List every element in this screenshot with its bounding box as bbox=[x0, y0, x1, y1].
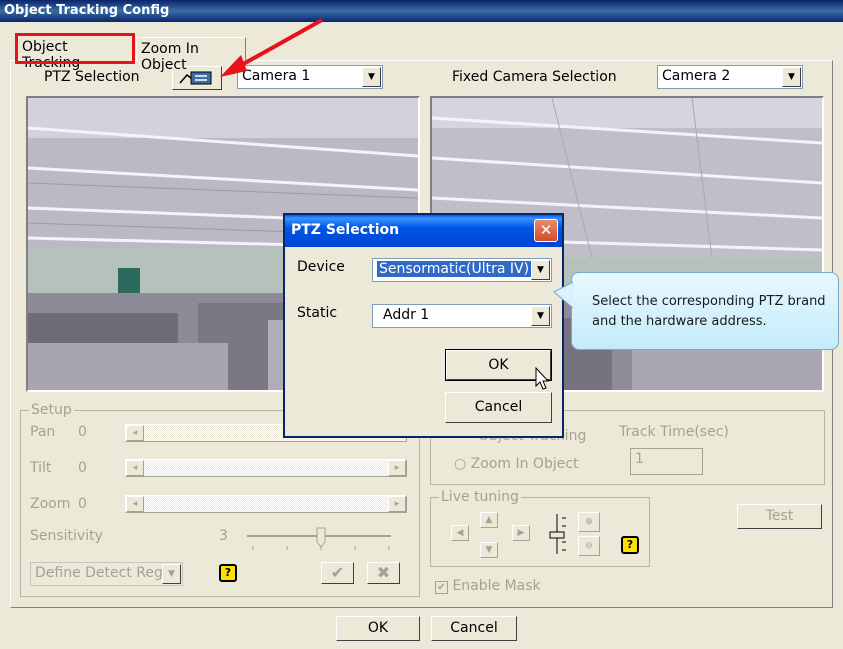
arrow-left-icon[interactable]: ◀ bbox=[451, 525, 469, 541]
dialog-titlebar: PTZ Selection ✕ bbox=[285, 215, 562, 247]
ptz-selection-label: PTZ Selection bbox=[44, 69, 140, 85]
help-icon[interactable]: ? bbox=[621, 536, 639, 554]
fixed-camera-value: Camera 2 bbox=[662, 68, 731, 84]
callout-tooltip: Select the corresponding PTZ brand and t… bbox=[571, 272, 839, 350]
track-time-input[interactable]: 1 bbox=[630, 448, 703, 475]
device-select[interactable]: Sensormatic(Ultra IV) ▼ bbox=[372, 258, 552, 282]
zoom-scrollbar[interactable] bbox=[125, 495, 407, 513]
zoom-out-icon[interactable]: ⊖ bbox=[578, 536, 600, 556]
help-icon[interactable]: ? bbox=[219, 564, 237, 582]
static-label: Static bbox=[297, 305, 338, 321]
chevron-down-icon: ▼ bbox=[162, 564, 181, 584]
device-label: Device bbox=[297, 259, 345, 275]
static-address-select[interactable]: Addr 1 ▼ bbox=[372, 304, 552, 328]
tab-object-tracking[interactable]: Object Tracking bbox=[15, 33, 135, 71]
chevron-left-icon[interactable]: ◂ bbox=[126, 496, 144, 512]
arrow-up-icon[interactable]: ▲ bbox=[480, 512, 498, 528]
device-value: Sensormatic(Ultra IV) bbox=[377, 261, 532, 277]
checkbox-checked-icon: ✔ bbox=[435, 581, 448, 594]
chevron-right-icon[interactable]: ▸ bbox=[388, 496, 406, 512]
close-icon[interactable]: ✕ bbox=[534, 219, 558, 242]
zoom-label: Zoom bbox=[30, 496, 71, 512]
sensitivity-label: Sensitivity bbox=[30, 528, 103, 544]
dialog-title: PTZ Selection bbox=[291, 222, 400, 238]
define-detect-region-select[interactable]: Define Detect Regi ▼ bbox=[30, 562, 183, 586]
radio-icon: ○ bbox=[454, 456, 467, 472]
zoom-in-icon[interactable]: ⊕ bbox=[578, 512, 600, 532]
zoom-value: 0 bbox=[78, 496, 87, 512]
clear-region-button[interactable]: ✖ bbox=[367, 562, 400, 584]
zoom-in-object-radio-label: Zoom In Object bbox=[470, 456, 579, 472]
chevron-left-icon[interactable]: ◂ bbox=[126, 460, 144, 476]
window-title: Object Tracking Config bbox=[4, 3, 170, 18]
confirm-region-button[interactable]: ✔ bbox=[321, 562, 354, 584]
enable-mask-label: Enable Mask bbox=[452, 578, 541, 594]
chevron-down-icon: ▼ bbox=[531, 306, 550, 326]
chevron-right-icon[interactable]: ▸ bbox=[388, 460, 406, 476]
chevron-down-icon: ▼ bbox=[531, 260, 550, 280]
chevron-down-icon: ▼ bbox=[362, 67, 381, 87]
enable-mask-checkbox[interactable]: ✔ Enable Mask bbox=[435, 578, 541, 594]
clear-icon: ✖ bbox=[376, 563, 391, 582]
static-address-value: Addr 1 bbox=[383, 307, 430, 323]
sensitivity-value: 3 bbox=[219, 528, 228, 544]
track-time-label: Track Time(sec) bbox=[619, 424, 729, 440]
zoom-slider[interactable] bbox=[545, 512, 569, 556]
tilt-label: Tilt bbox=[30, 460, 52, 476]
live-tuning-legend: Live tuning bbox=[439, 489, 521, 505]
setup-legend: Setup bbox=[29, 402, 74, 418]
callout-pointer bbox=[553, 281, 574, 309]
fixed-camera-label: Fixed Camera Selection bbox=[452, 69, 617, 85]
chevron-left-icon[interactable]: ◂ bbox=[126, 425, 144, 441]
ok-button[interactable]: OK bbox=[336, 616, 420, 641]
pan-value: 0 bbox=[78, 424, 87, 440]
test-button[interactable]: Test bbox=[737, 504, 822, 529]
arrow-right-icon[interactable]: ▶ bbox=[512, 525, 530, 541]
cancel-button[interactable]: Cancel bbox=[431, 616, 517, 641]
dialog-cancel-button[interactable]: Cancel bbox=[445, 392, 552, 423]
ptz-selection-dialog: PTZ Selection ✕ Device Sensormatic(Ultra… bbox=[283, 213, 564, 438]
window-titlebar: Object Tracking Config bbox=[0, 0, 843, 22]
pan-label: Pan bbox=[30, 424, 56, 440]
zoom-in-object-radio[interactable]: ○ Zoom In Object bbox=[454, 456, 579, 472]
tilt-value: 0 bbox=[78, 460, 87, 476]
arrow-down-icon[interactable]: ▼ bbox=[480, 542, 498, 558]
mouse-cursor-icon bbox=[535, 367, 550, 390]
annotation-arrow-icon bbox=[220, 18, 323, 77]
chevron-down-icon: ▼ bbox=[782, 67, 801, 87]
check-icon: ✔ bbox=[330, 563, 345, 582]
tilt-scrollbar[interactable] bbox=[125, 459, 407, 477]
define-detect-region-value: Define Detect Regi bbox=[35, 565, 167, 581]
fixed-camera-select[interactable]: Camera 2 ▼ bbox=[657, 65, 803, 89]
sensitivity-slider[interactable] bbox=[245, 526, 395, 552]
